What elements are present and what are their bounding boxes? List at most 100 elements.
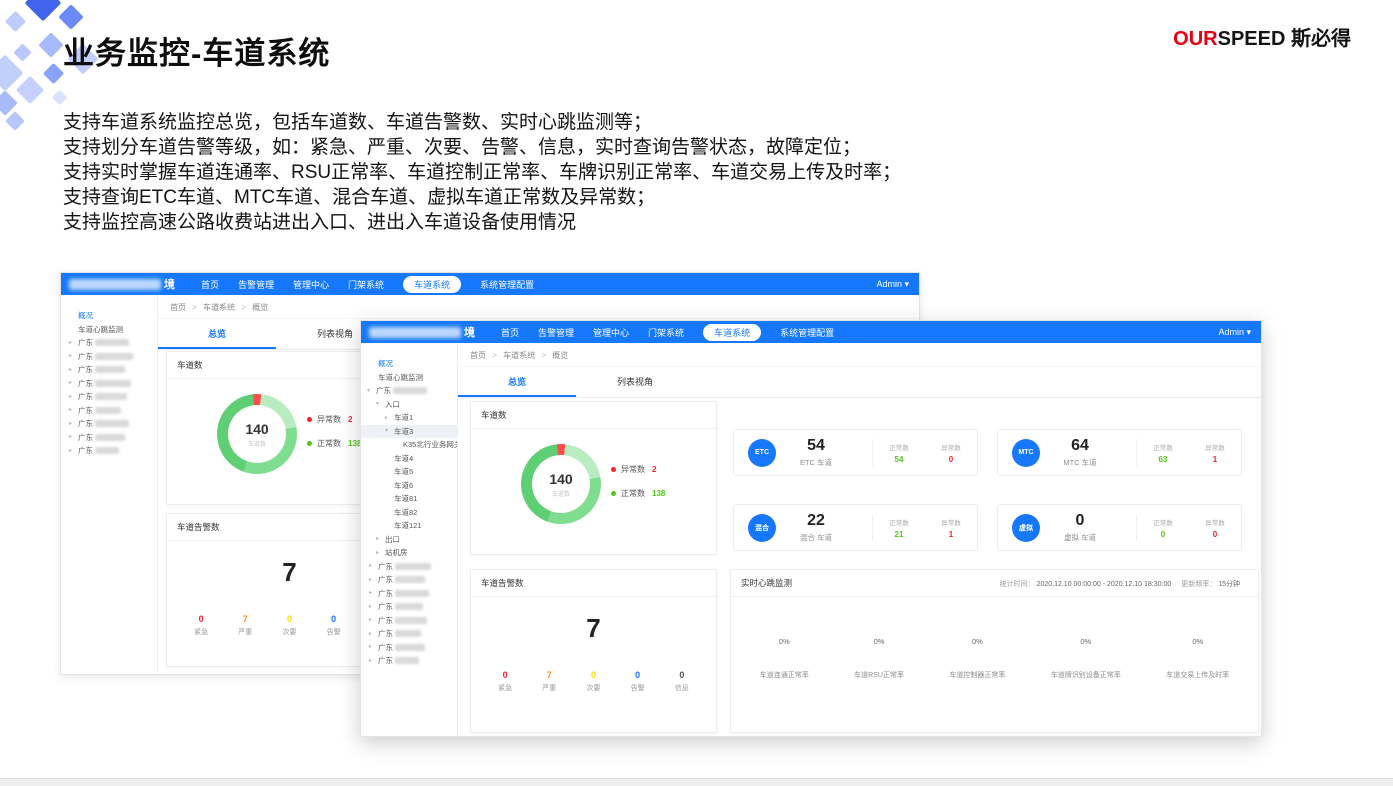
tree-expand-icon[interactable]: ▸ bbox=[376, 536, 383, 542]
tree-expand-icon[interactable]: ▸ bbox=[69, 448, 76, 454]
heartbeat-metric-value: 0% bbox=[949, 637, 1005, 646]
view-tab[interactable]: 总览 bbox=[458, 367, 576, 397]
sidebar-item[interactable]: ▸ 站机房 bbox=[361, 546, 457, 560]
tree-expand-icon[interactable]: ▸ bbox=[369, 658, 376, 664]
heartbeat-metric-value: 0% bbox=[854, 637, 904, 646]
tree-expand-icon[interactable]: ▸ bbox=[369, 604, 376, 610]
sidebar-item[interactable]: ▸ 广东 bbox=[61, 350, 157, 364]
redacted-text bbox=[395, 576, 425, 583]
nav-menu-item[interactable]: 告警管理 bbox=[238, 278, 274, 291]
tree-expand-icon[interactable]: ▸ bbox=[69, 340, 76, 346]
redacted-text bbox=[395, 603, 423, 610]
tree-expand-icon[interactable]: ▾ bbox=[385, 428, 392, 434]
breadcrumb-item[interactable]: 首页 bbox=[170, 303, 186, 312]
nav-menu-item[interactable]: 管理中心 bbox=[293, 278, 329, 291]
nav-menu-item[interactable]: 首页 bbox=[501, 326, 519, 339]
sidebar-item[interactable]: ▸ 广东 bbox=[61, 417, 157, 431]
tree-expand-icon[interactable]: ▾ bbox=[376, 401, 383, 407]
sidebar-item[interactable]: ▸ 广东 bbox=[61, 336, 157, 350]
sidebar-item[interactable]: ▾ 入口 bbox=[361, 398, 457, 412]
tree-expand-icon[interactable]: ▸ bbox=[69, 434, 76, 440]
sidebar-item[interactable]: ▸ 广东 bbox=[361, 587, 457, 601]
breadcrumb-item[interactable]: 概览 bbox=[252, 303, 268, 312]
sidebar-item[interactable]: ▸ 广东 bbox=[361, 560, 457, 574]
sidebar-item[interactable]: ▸ 广东 bbox=[361, 627, 457, 641]
tree-expand-icon[interactable]: ▸ bbox=[69, 394, 76, 400]
tree-expand-icon[interactable]: ▸ bbox=[369, 577, 376, 583]
tree-expand-icon[interactable]: ▸ bbox=[69, 407, 76, 413]
nav-menu-item[interactable]: 门架系统 bbox=[348, 278, 384, 291]
sidebar-item[interactable]: 概况 bbox=[361, 357, 457, 371]
sidebar-item[interactable]: ▸ 广东 bbox=[361, 600, 457, 614]
tree-expand-icon[interactable]: ▸ bbox=[69, 421, 76, 427]
sidebar-item[interactable]: ▸ 广东 bbox=[61, 444, 157, 458]
sidebar-item[interactable]: ▸ 广东 bbox=[361, 573, 457, 587]
legend-row: 异常数 2 bbox=[611, 464, 665, 475]
sidebar-item[interactable]: 车道81 bbox=[361, 492, 457, 506]
sidebar-item[interactable]: ▸ 广东 bbox=[61, 377, 157, 391]
sidebar-item[interactable]: ▸ 广东 bbox=[61, 404, 157, 418]
sidebar-item[interactable]: 车道121 bbox=[361, 519, 457, 533]
alarm-level-value: 0 bbox=[498, 670, 512, 680]
sidebar-item[interactable]: 车道心跳监测 bbox=[61, 323, 157, 337]
redacted-text bbox=[395, 590, 429, 597]
tree-expand-icon[interactable]: ▸ bbox=[376, 550, 383, 556]
breadcrumb-item[interactable]: 概览 bbox=[552, 351, 568, 360]
nav-menu-item[interactable]: 告警管理 bbox=[538, 326, 574, 339]
view-tab[interactable]: 总览 bbox=[158, 319, 276, 349]
sidebar-item[interactable]: 车道心跳监测 bbox=[361, 371, 457, 385]
sidebar-item[interactable]: 车道82 bbox=[361, 506, 457, 520]
nav-menu-item[interactable]: 首页 bbox=[201, 278, 219, 291]
sidebar-item[interactable]: ▾ 广东 bbox=[361, 384, 457, 398]
alarm-level-stat: 0 次要 bbox=[282, 614, 296, 637]
sidebar-item[interactable]: ▾ 车道3 bbox=[361, 425, 457, 439]
tree-expand-icon[interactable]: ▸ bbox=[69, 353, 76, 359]
sidebar-item[interactable]: ▸ 车道1 bbox=[361, 411, 457, 425]
tree-expand-icon[interactable]: ▸ bbox=[385, 415, 392, 421]
tree-expand-icon[interactable]: ▸ bbox=[369, 617, 376, 623]
tree-expand-icon[interactable]: ▸ bbox=[369, 563, 376, 569]
sidebar-item[interactable]: ▸ 广东 bbox=[61, 431, 157, 445]
user-menu[interactable]: Admin ▾ bbox=[876, 279, 909, 290]
breadcrumb-separator: > bbox=[492, 351, 497, 360]
tree-expand-icon[interactable]: ▸ bbox=[369, 644, 376, 650]
tree-expand-icon[interactable]: ▸ bbox=[69, 380, 76, 386]
redacted-text bbox=[95, 407, 121, 414]
donut-total-value: 140 bbox=[549, 471, 572, 487]
nav-menu-item[interactable]: 系统管理配置 bbox=[480, 278, 534, 291]
nav-menu-item[interactable]: 门架系统 bbox=[648, 326, 684, 339]
sidebar-item[interactable]: ▸ 广东 bbox=[61, 363, 157, 377]
breadcrumb-item[interactable]: 车道系统 bbox=[203, 303, 235, 312]
breadcrumb-item[interactable]: 车道系统 bbox=[503, 351, 535, 360]
tree-expand-icon[interactable]: ▸ bbox=[69, 367, 76, 373]
sidebar-item[interactable]: 车道5 bbox=[361, 465, 457, 479]
sidebar-item[interactable]: ▸ 出口 bbox=[361, 533, 457, 547]
alarm-level-label: 紧急 bbox=[194, 627, 208, 637]
nav-menu-item[interactable]: 管理中心 bbox=[593, 326, 629, 339]
sidebar-item[interactable]: ▸ 广东 bbox=[361, 654, 457, 668]
sidebar-item[interactable]: ▸ 广东 bbox=[361, 614, 457, 628]
tree-expand-icon[interactable]: ▾ bbox=[367, 388, 374, 394]
sidebar-item-label: 车道81 bbox=[394, 495, 417, 503]
company-logo: OURSPEED 斯必得 bbox=[1173, 22, 1351, 51]
tree-expand-icon[interactable]: ▸ bbox=[369, 631, 376, 637]
view-tab[interactable]: 列表视角 bbox=[576, 367, 694, 397]
sidebar-item[interactable]: 车道6 bbox=[361, 479, 457, 493]
sidebar-item[interactable]: K35北行业务网关 bbox=[361, 438, 457, 452]
slide-bottom-strip bbox=[0, 778, 1393, 786]
sidebar-item[interactable]: 车道4 bbox=[361, 452, 457, 466]
sidebar-item[interactable]: ▸ 广东 bbox=[61, 390, 157, 404]
nav-menu-item[interactable]: 车道系统 bbox=[403, 276, 461, 293]
sidebar-item[interactable]: 概况 bbox=[61, 309, 157, 323]
legend-value: 138 bbox=[652, 489, 665, 498]
sidebar-item[interactable]: ▸ 广东 bbox=[361, 641, 457, 655]
nav-menu-item[interactable]: 车道系统 bbox=[703, 324, 761, 341]
tree-expand-icon[interactable]: ▸ bbox=[369, 590, 376, 596]
dashboard-window-front: 境 首页告警管理管理中心门架系统车道系统系统管理配置 Admin ▾ 概况 车道… bbox=[360, 320, 1262, 737]
user-menu[interactable]: Admin ▾ bbox=[1218, 327, 1251, 338]
nav-menu-item[interactable]: 系统管理配置 bbox=[780, 326, 834, 339]
breadcrumb-item[interactable]: 首页 bbox=[470, 351, 486, 360]
alarm-level-label: 严重 bbox=[238, 627, 252, 637]
refresh-rate-label: 更新频率： bbox=[1181, 581, 1216, 588]
top-navbar: 境 首页告警管理管理中心门架系统车道系统系统管理配置 Admin ▾ bbox=[61, 273, 919, 295]
